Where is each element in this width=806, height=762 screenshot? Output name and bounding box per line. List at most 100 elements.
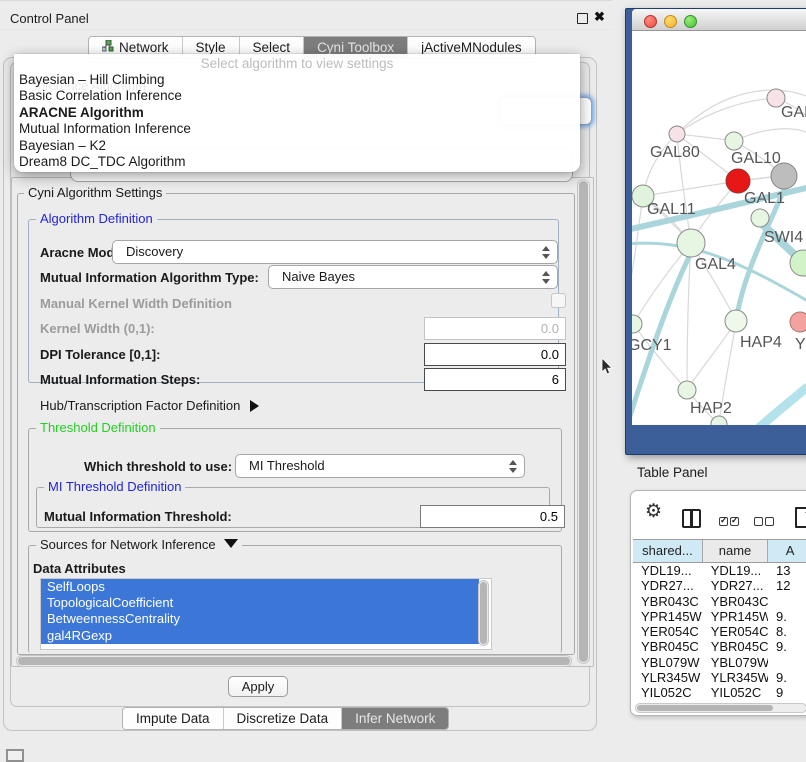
algorithm-option[interactable]: ARACNE Algorithm: [14, 105, 580, 121]
table-cell: [768, 655, 806, 670]
zoom-traffic-light-icon[interactable]: [684, 15, 697, 28]
table-row[interactable]: YBR045CYBR045C9.: [633, 639, 806, 654]
sources-label: Sources for Network Inference: [40, 537, 216, 552]
mi-threshold-definition-label: MI Threshold Definition: [44, 480, 185, 494]
sources-toggle[interactable]: Sources for Network Inference: [36, 538, 242, 552]
network-node-hap4[interactable]: [725, 310, 747, 332]
mi-steps-input[interactable]: 6: [424, 368, 566, 391]
table-cell: YIL052C: [633, 685, 703, 700]
algorithm-dropdown-placeholder: Select algorithm to view settings: [14, 56, 580, 72]
network-node-gal10[interactable]: [725, 132, 743, 150]
threshold-definition-label: Threshold Definition: [36, 421, 160, 435]
node-label: GAL: [781, 104, 806, 121]
network-window-titlebar[interactable]: [632, 9, 806, 31]
mi-steps-label: Mutual Information Steps:: [40, 372, 200, 387]
table-cell: YLR345W: [703, 670, 768, 685]
minimize-traffic-light-icon[interactable]: [664, 15, 677, 28]
float-window-icon[interactable]: [577, 13, 588, 24]
network-node-swi4[interactable]: [751, 209, 769, 227]
kernel-width-input[interactable]: 0.0: [424, 317, 566, 340]
network-node-hap2[interactable]: [678, 381, 696, 399]
network-canvas[interactable]: GALGAL80GAL10GAL1GAL11SWI4GAL4GCY1HAP4YH…: [632, 31, 806, 425]
attributes-scrollbar[interactable]: [478, 580, 489, 646]
data-attribute-item[interactable]: BetweennessCentrality: [41, 611, 479, 627]
algorithm-option[interactable]: Mutual Information Inference: [14, 121, 580, 137]
node-label: GAL10: [731, 150, 781, 167]
close-traffic-light-icon[interactable]: [644, 15, 657, 28]
hub-definition-label: Hub/Transcription Factor Definition: [40, 398, 240, 413]
table-row[interactable]: YIL052CYIL052C9: [633, 685, 806, 700]
mi-algorithm-type-value: Naive Bayes: [282, 269, 355, 284]
data-attribute-item[interactable]: TopologicalCoefficient: [41, 595, 479, 611]
node-label: SWI4: [764, 229, 803, 246]
close-window-icon[interactable]: ✖: [594, 9, 605, 25]
table-cell: YBL079W: [633, 655, 703, 670]
table-row[interactable]: YLR345WYLR345W9.: [633, 670, 806, 685]
column-header[interactable]: name: [703, 540, 768, 562]
mi-algorithm-type-combobox[interactable]: Naive Bayes: [268, 265, 558, 289]
data-attribute-item[interactable]: gal4RGexp: [41, 628, 479, 644]
settings-vertical-scrollbar[interactable]: [577, 179, 590, 664]
column-header[interactable]: shared...: [633, 540, 703, 562]
network-graph[interactable]: GALGAL80GAL10GAL1GAL11SWI4GAL4GCY1HAP4YH…: [632, 31, 806, 425]
data-attributes-label: Data Attributes: [33, 561, 126, 576]
minimized-panel-icon[interactable]: [6, 749, 24, 762]
select-all-columns-icon[interactable]: [719, 514, 741, 529]
table-cell: 12: [768, 578, 806, 593]
table-row[interactable]: YDR27...YDR27...12: [633, 578, 806, 593]
combo-stepper-icon: [541, 270, 550, 285]
table-cell: YDR27...: [633, 578, 703, 593]
table-row[interactable]: YBR043CYBR043C: [633, 594, 806, 609]
algorithm-option[interactable]: Bayesian – K2: [14, 138, 580, 154]
table-row[interactable]: YBL079WYBL079W: [633, 655, 806, 670]
table-cell: YER054C: [703, 624, 768, 639]
unselect-all-columns-icon[interactable]: [754, 514, 776, 529]
dpi-tolerance-input[interactable]: 0.0: [424, 343, 566, 366]
table-cell: YDL19...: [633, 563, 703, 578]
network-node[interactable]: [771, 163, 797, 189]
export-table-icon[interactable]: [795, 507, 806, 528]
data-attribute-item[interactable]: SelfLoops: [41, 579, 479, 595]
node-label: GCY1: [632, 337, 672, 354]
which-threshold-value: MI Threshold: [249, 458, 325, 473]
table-cell: YBR043C: [703, 594, 768, 609]
algorithm-dropdown-popup: Select algorithm to view settings Infere…: [14, 54, 580, 172]
table-cell: YBL079W: [703, 655, 768, 670]
mouse-cursor: [601, 358, 615, 376]
network-node[interactable]: [711, 416, 727, 425]
network-node-y[interactable]: [790, 312, 806, 332]
data-attributes-list[interactable]: SelfLoopsTopologicalCoefficientBetweenne…: [40, 578, 492, 650]
table-row[interactable]: YER054CYER054C8.: [633, 624, 806, 639]
table-cell: YLR345W: [633, 670, 703, 685]
node-label: HAP4: [740, 334, 782, 351]
node-label: HAP2: [690, 400, 732, 417]
tab-discretize-data[interactable]: Discretize Data: [224, 708, 343, 729]
collapsed-arrow-icon: [250, 400, 259, 412]
mi-threshold-input[interactable]: 0.5: [420, 505, 565, 528]
kernel-width-label: Kernel Width (0,1):: [40, 321, 155, 336]
network-node-gcy1[interactable]: [632, 315, 642, 333]
dpi-tolerance-label: DPI Tolerance [0,1]:: [40, 347, 160, 362]
table-row[interactable]: YDL19...YDL19...13: [633, 563, 806, 578]
hub-definition-toggle[interactable]: Hub/Transcription Factor Definition: [40, 398, 259, 413]
split-panel-icon[interactable]: [682, 509, 701, 528]
algorithm-option[interactable]: Dream8 DC_TDC Algorithm: [14, 154, 580, 170]
tab-infer-network[interactable]: Infer Network: [342, 708, 448, 729]
column-header[interactable]: A: [768, 540, 806, 562]
table-row[interactable]: YPR145WYPR145W9.: [633, 609, 806, 624]
settings-horizontal-scrollbar[interactable]: [16, 655, 572, 667]
apply-button[interactable]: Apply: [228, 676, 288, 697]
gear-icon[interactable]: ⚙: [645, 500, 662, 523]
tab-impute-data[interactable]: Impute Data: [123, 708, 224, 729]
table-cell: YBR045C: [703, 639, 768, 654]
network-node-gal4[interactable]: [677, 229, 705, 257]
node-label: Y: [795, 336, 806, 353]
aracne-mode-value: Discovery: [126, 244, 183, 259]
table-horizontal-scrollbar[interactable]: [635, 703, 806, 713]
table-cell: YER054C: [633, 624, 703, 639]
network-node-gal80[interactable]: [669, 126, 685, 142]
table-cell: 9.: [768, 670, 806, 685]
which-threshold-combobox[interactable]: MI Threshold: [235, 454, 525, 478]
manual-kernel-width-checkbox[interactable]: [551, 293, 566, 308]
aracne-mode-combobox[interactable]: Discovery: [112, 240, 558, 264]
